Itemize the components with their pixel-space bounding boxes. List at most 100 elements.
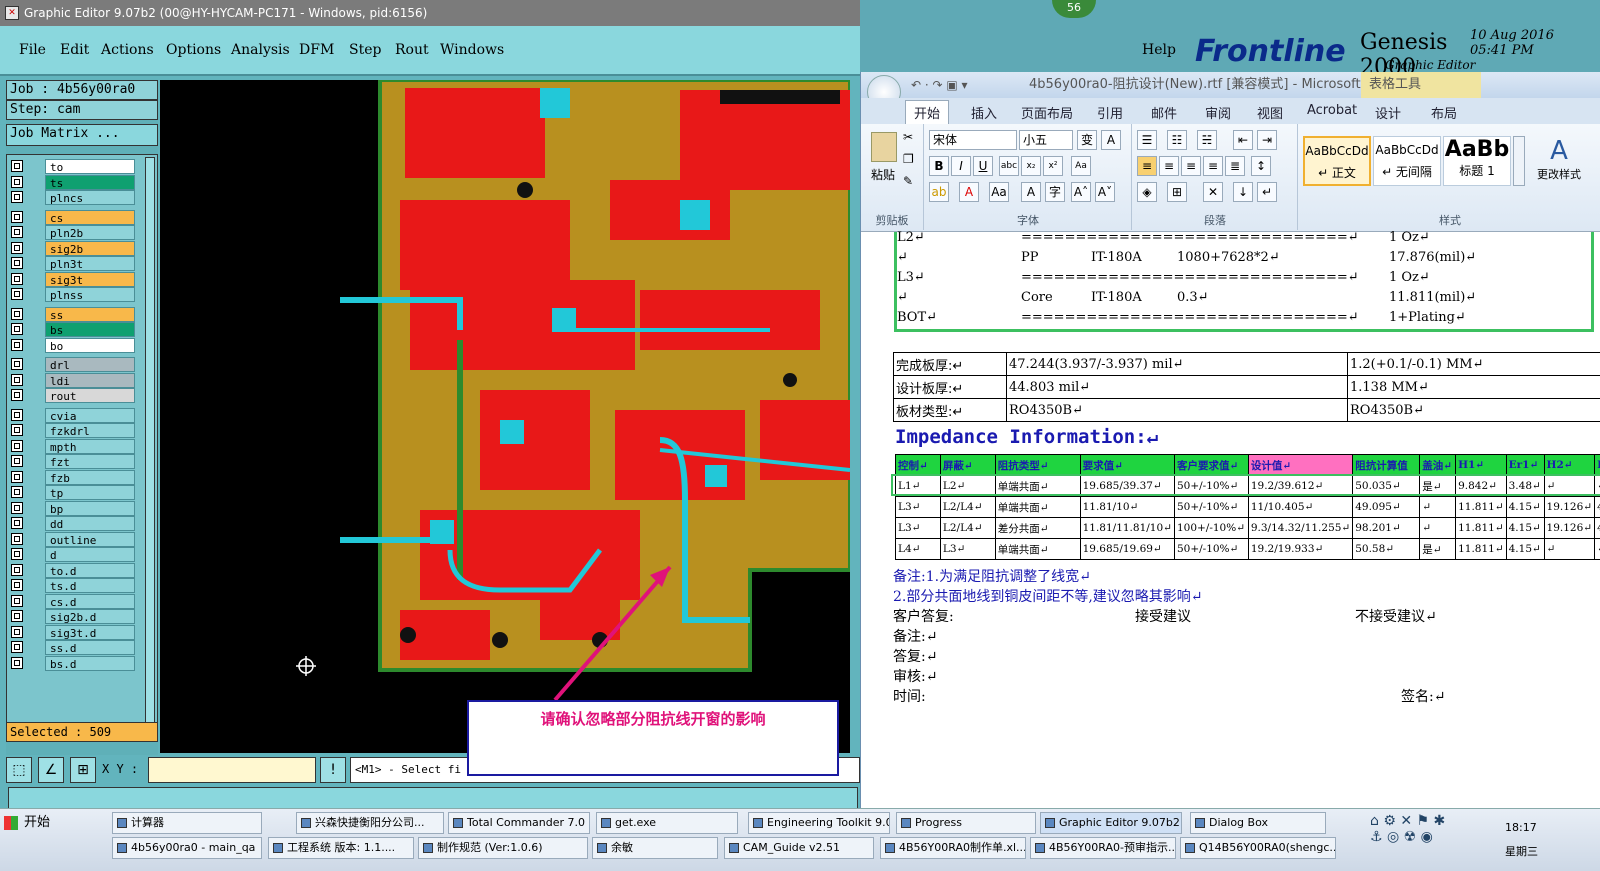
layer-name[interactable]: sig2b	[45, 240, 135, 256]
alert-button[interactable]: !	[320, 757, 346, 783]
layer-row-fzkdrl[interactable]: fzkdrl	[11, 423, 137, 438]
layer-name[interactable]: pln2b	[45, 225, 135, 240]
layer-name[interactable]: ss	[45, 306, 135, 322]
paste-icon[interactable]	[871, 132, 897, 162]
menu-edit[interactable]: Edit	[60, 42, 89, 58]
sort-button[interactable]: ↓	[1233, 182, 1253, 202]
layer-checkbox[interactable]	[11, 210, 23, 223]
numbering-button[interactable]: ☷	[1167, 130, 1187, 150]
taskbar-item[interactable]: Graphic Editor 9.07b2 (...	[1040, 812, 1182, 834]
layer-name[interactable]: tp	[45, 485, 135, 500]
grid-button[interactable]: ⊞	[70, 757, 96, 783]
char-shading-button[interactable]: A	[1021, 182, 1041, 202]
layer-checkbox[interactable]	[11, 486, 23, 498]
layer-row-fzb[interactable]: fzb	[11, 469, 137, 485]
layer-row-to[interactable]: to	[11, 159, 137, 174]
taskbar-item[interactable]: 工程系统 版本: 1.1....	[268, 837, 414, 859]
taskbar-item[interactable]: 计算器	[112, 812, 262, 834]
layer-checkbox[interactable]	[11, 656, 23, 669]
layer-name[interactable]: bs.d	[45, 655, 135, 671]
layer-row-sig3t-d[interactable]: sig3t.d	[11, 624, 137, 640]
chinese-layout-button[interactable]: ✕	[1203, 182, 1223, 202]
taskbar-item[interactable]: Total Commander 7.0 ...	[448, 812, 590, 834]
layer-checkbox[interactable]	[11, 389, 23, 401]
menu-step[interactable]: Step	[349, 42, 381, 58]
layer-name[interactable]: sig3t	[45, 271, 135, 287]
layer-name[interactable]: rout	[45, 388, 135, 403]
layer-row-bo[interactable]: bo	[11, 337, 137, 353]
layer-name[interactable]: fzt	[45, 454, 135, 469]
taskbar-item[interactable]: Dialog Box	[1190, 812, 1326, 834]
subscript-button[interactable]: x₂	[1021, 156, 1041, 176]
layer-name[interactable]: cs	[45, 209, 135, 225]
layer-checkbox[interactable]	[11, 641, 23, 653]
borders-button[interactable]: ⊞	[1167, 182, 1187, 202]
clear-format-button[interactable]: Aa	[1071, 156, 1091, 176]
layer-name[interactable]: fzkdrl	[45, 423, 135, 438]
layer-row-pln2b[interactable]: pln2b	[11, 225, 137, 240]
menu-help[interactable]: Help	[1142, 42, 1176, 58]
bold-button[interactable]: B	[929, 156, 949, 176]
layer-row-dd[interactable]: dd	[11, 516, 137, 531]
taskbar-item[interactable]: Q14B56Y00RA0(shengc...	[1180, 837, 1336, 859]
italic-button[interactable]: I	[951, 156, 971, 176]
taskbar-item[interactable]: Engineering Toolkit 9.0...	[748, 812, 890, 834]
shrink-font-button[interactable]: A˅	[1095, 182, 1115, 202]
layer-row-drl[interactable]: drl	[11, 357, 137, 372]
layer-name[interactable]: to	[45, 159, 135, 174]
tab-insert[interactable]: 插入	[971, 103, 997, 122]
layer-row-plncs[interactable]: plncs	[11, 190, 137, 205]
layer-checkbox[interactable]	[11, 175, 23, 188]
layer-row-sig3t[interactable]: sig3t	[11, 271, 137, 287]
menu-file[interactable]: File	[19, 42, 46, 58]
layer-name[interactable]: drl	[45, 357, 135, 372]
job-matrix-button[interactable]: Job Matrix ...	[6, 124, 158, 146]
layer-checkbox[interactable]	[11, 272, 23, 285]
layer-name[interactable]: bs	[45, 322, 135, 337]
layer-checkbox[interactable]	[11, 439, 23, 452]
layer-name[interactable]: fzb	[45, 469, 135, 485]
tab-review[interactable]: 审阅	[1205, 103, 1231, 122]
layer-row-bs-d[interactable]: bs.d	[11, 655, 137, 671]
highlight-button[interactable]: ab	[929, 182, 949, 202]
layer-checkbox[interactable]	[11, 288, 23, 300]
layer-name[interactable]: plnss	[45, 287, 135, 302]
layer-row-cs-d[interactable]: cs.d	[11, 593, 137, 609]
distributed-button[interactable]: ≣	[1225, 156, 1245, 176]
tab-mailings[interactable]: 邮件	[1151, 103, 1177, 122]
copy-icon[interactable]: ❐	[903, 152, 914, 166]
layer-checkbox[interactable]	[11, 501, 23, 514]
layer-row-ts[interactable]: ts	[11, 174, 137, 190]
layer-checkbox[interactable]	[11, 594, 23, 607]
menu-rout[interactable]: Rout	[395, 42, 429, 58]
bullets-button[interactable]: ☰	[1137, 130, 1157, 150]
decrease-indent-button[interactable]: ⇤	[1233, 130, 1253, 150]
tab-table-layout[interactable]: 布局	[1431, 103, 1457, 122]
layer-checkbox[interactable]	[11, 579, 23, 591]
layer-checkbox[interactable]	[11, 532, 23, 545]
layer-name[interactable]: pln3t	[45, 256, 135, 271]
start-button[interactable]: 开始	[0, 811, 104, 837]
layer-checkbox[interactable]	[11, 563, 23, 576]
layer-name[interactable]: bo	[45, 337, 135, 353]
taskbar-item[interactable]: 4b56y00ra0 - main_qa	[112, 837, 262, 859]
layer-checkbox[interactable]	[11, 191, 23, 203]
strikethrough-button[interactable]: abc	[999, 156, 1019, 176]
layer-checkbox[interactable]	[11, 455, 23, 467]
layer-checkbox[interactable]	[11, 373, 23, 386]
layer-checkbox[interactable]	[11, 358, 23, 370]
pcb-canvas[interactable]	[160, 80, 850, 753]
shading-button[interactable]: ◈	[1137, 182, 1157, 202]
layer-name[interactable]: sig3t.d	[45, 624, 135, 640]
font-color-button[interactable]: A	[959, 182, 979, 202]
layer-row-ts-d[interactable]: ts.d	[11, 578, 137, 593]
layer-row-to-d[interactable]: to.d	[11, 562, 137, 578]
taskbar-item[interactable]: get.exe	[596, 812, 738, 834]
style-heading1[interactable]: AaBb 标题 1	[1443, 136, 1511, 186]
justify-button[interactable]: ≡	[1203, 156, 1223, 176]
layer-name[interactable]: dd	[45, 516, 135, 531]
layer-row-plnss[interactable]: plnss	[11, 287, 137, 302]
layer-row-ss[interactable]: ss	[11, 306, 137, 322]
tab-references[interactable]: 引用	[1097, 103, 1123, 122]
layer-name[interactable]: outline	[45, 531, 135, 547]
